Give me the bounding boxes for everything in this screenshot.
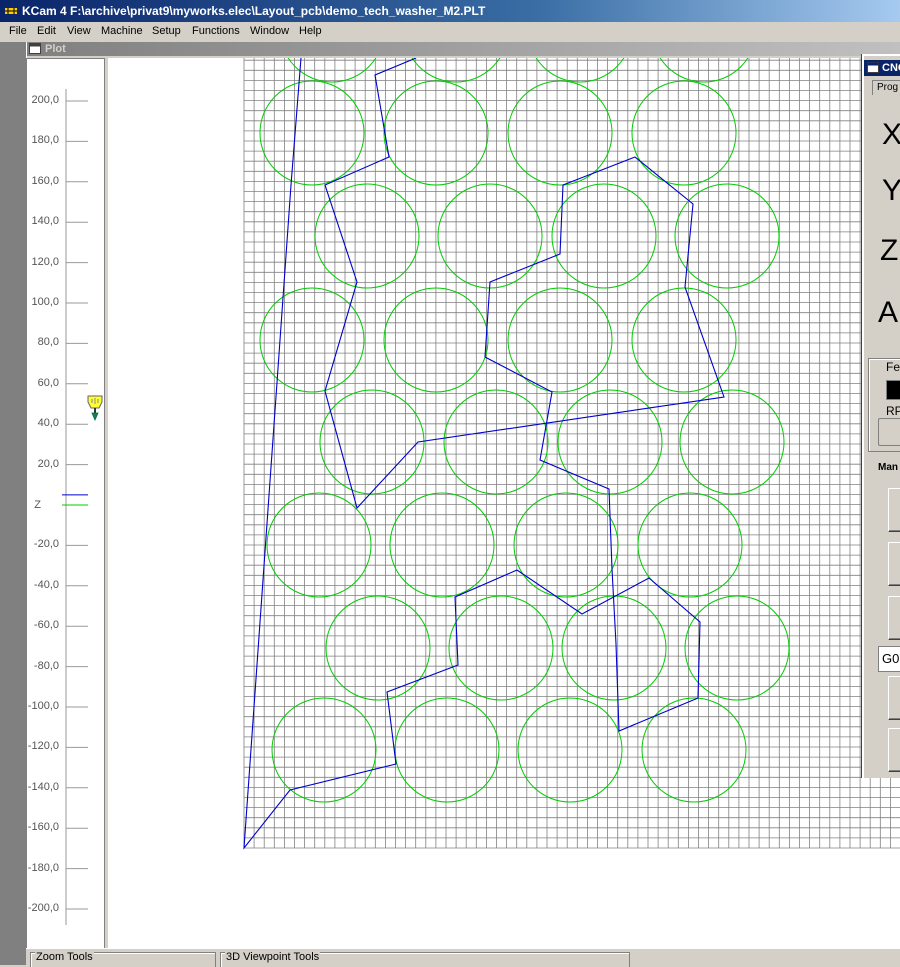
z-tick-label: 60,0 (37, 376, 59, 389)
viewpoint-tools-label: 3D Viewpoint Tools (225, 951, 321, 963)
zoom-tools-label: Zoom Tools (35, 951, 94, 963)
z-tick-label: 120,0 (31, 255, 59, 268)
manual-action-button-1[interactable] (888, 676, 900, 720)
toolpath-line (243, 58, 725, 850)
menu-machine[interactable]: Machine (101, 25, 143, 37)
washer-circles (259, 58, 790, 803)
z-tick-label: -120,0 (27, 740, 59, 753)
axis-z-label: Z (880, 234, 899, 267)
axis-a-label: A (878, 296, 899, 329)
feed-label: Fe (886, 360, 900, 374)
app-icon (5, 8, 17, 14)
washer-circle (557, 389, 663, 495)
manual-jog-button-1[interactable] (888, 488, 900, 532)
menu-file[interactable]: File (9, 25, 27, 37)
manual-action-button-2[interactable] (888, 728, 900, 772)
z-tick-label: -200,0 (27, 902, 59, 914)
z-tick-label: -80,0 (33, 659, 59, 672)
z-tick-label: 180,0 (31, 134, 59, 147)
washer-circle (259, 80, 365, 186)
z-tick-label: 20,0 (37, 457, 59, 470)
z-tick-label: -140,0 (27, 780, 59, 793)
plot-window-titlebar[interactable]: Plot (27, 42, 900, 56)
z-tick-label: 160,0 (31, 174, 59, 187)
z-tick-label: -100,0 (27, 700, 59, 712)
washer-circle (394, 697, 500, 803)
washer-circle (443, 389, 549, 495)
menu-bar: File Edit View Machine Setup Functions W… (0, 22, 900, 43)
tab-program[interactable]: Prog (872, 80, 900, 95)
window-icon (29, 43, 41, 54)
bottom-toolbar-area: Zoom Tools 3D Viewpoint Tools (26, 948, 900, 967)
window-icon (867, 62, 879, 73)
washer-circle (448, 595, 554, 701)
cnc-control-panel: CNC Prog X Y Z A Fe RP Man G0 (862, 54, 900, 778)
menu-functions[interactable]: Functions (192, 25, 240, 37)
z-scale-bar: 200,0 180,0 160,0 140,0 120,0 100,0 80,0 60,0 40… (26, 58, 106, 950)
tool-position-marker-icon (87, 395, 103, 422)
z-axis-label: Z (34, 499, 41, 511)
menu-help[interactable]: Help (299, 25, 322, 37)
manual-section-label: Man (878, 462, 898, 473)
washer-circle (684, 595, 790, 701)
menu-edit[interactable]: Edit (37, 25, 56, 37)
axis-x-label: X (882, 118, 900, 152)
window-title: KCam 4 F:\archive\privat9\myworks.elec\L… (22, 4, 486, 18)
cnc-panel-title: CNC (882, 62, 900, 74)
washer-circle (679, 389, 785, 495)
z-tick-label: -160,0 (27, 821, 59, 834)
washer-circle (259, 287, 365, 393)
z-tick-label: -60,0 (33, 619, 59, 632)
plot-window-title: Plot (45, 43, 66, 55)
toolpath-plot (243, 58, 900, 850)
washer-circle (325, 595, 431, 701)
menu-window[interactable]: Window (250, 25, 289, 37)
z-tick-label: 80,0 (37, 336, 59, 349)
plot-canvas[interactable] (108, 58, 900, 948)
menu-setup[interactable]: Setup (152, 25, 181, 37)
z-tick-label: -180,0 (27, 861, 59, 874)
title-bar: KCam 4 F:\archive\privat9\myworks.elec\L… (0, 0, 900, 22)
z-tick-label: 200,0 (31, 94, 59, 106)
axis-y-label: Y (882, 174, 900, 208)
cnc-panel-titlebar[interactable]: CNC (864, 60, 900, 76)
washer-circle (319, 389, 425, 495)
washer-circle (641, 697, 747, 803)
manual-jog-button-3[interactable] (888, 596, 900, 640)
washer-circle (507, 80, 613, 186)
manual-jog-button-2[interactable] (888, 542, 900, 586)
feed-indicator (886, 380, 900, 400)
menu-view[interactable]: View (67, 25, 91, 37)
z-tick-label: 40,0 (37, 417, 59, 430)
washer-circle (271, 697, 377, 803)
z-tick-label: 100,0 (31, 296, 59, 308)
rpm-button[interactable] (878, 418, 900, 446)
gcode-input[interactable]: G0 (878, 646, 900, 672)
washer-circle (517, 697, 623, 803)
rpm-label: RP (886, 404, 900, 418)
z-tick-label: -40,0 (33, 578, 59, 591)
z-tick-label: 140,0 (31, 215, 59, 228)
z-tick-label: -20,0 (33, 538, 59, 551)
washer-circle (507, 287, 613, 393)
